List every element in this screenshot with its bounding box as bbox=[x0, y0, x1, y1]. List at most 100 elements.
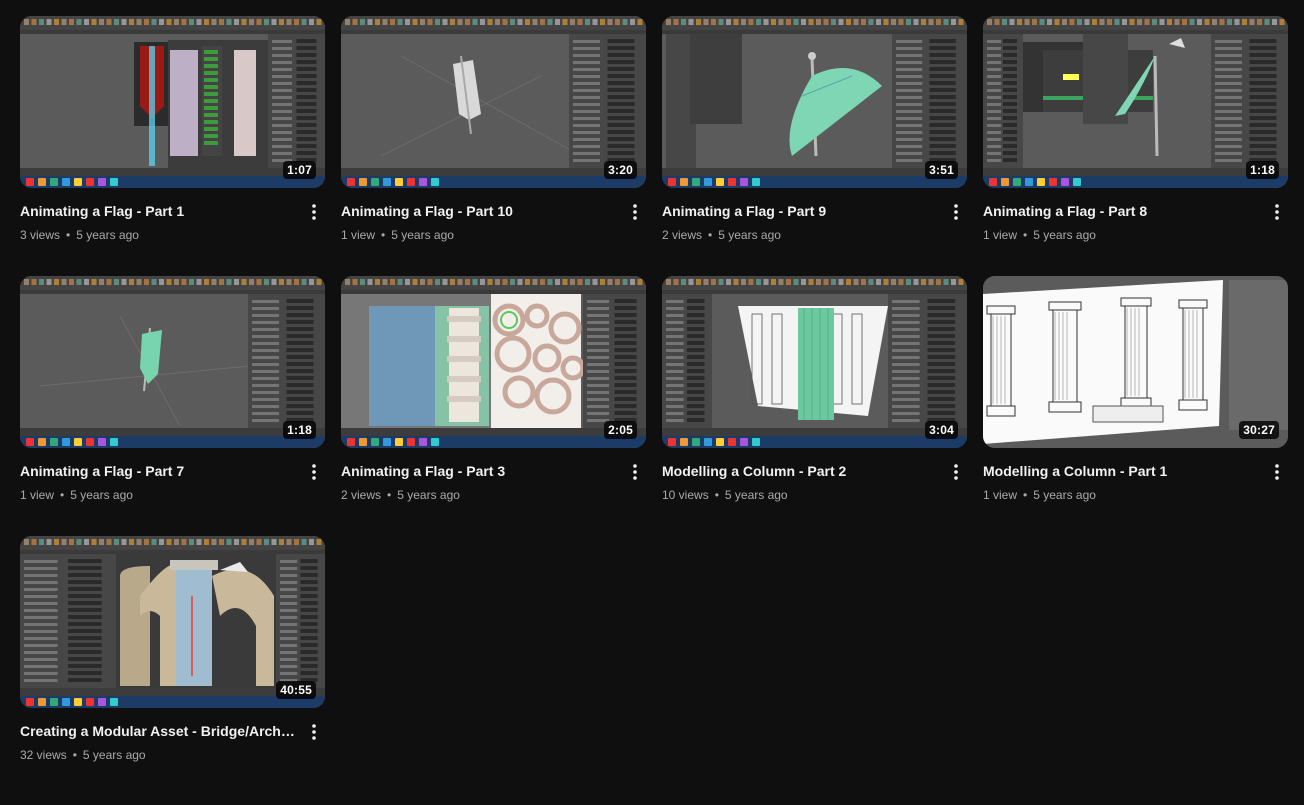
video-meta: Creating a Modular Asset - Bridge/Archwa… bbox=[20, 708, 325, 763]
video-thumbnail[interactable]: 2:05 bbox=[341, 276, 646, 448]
video-card-3: 3:51 Animating a Flag - Part 9 2 views • 5… bbox=[662, 16, 967, 276]
more-actions-button[interactable] bbox=[303, 200, 325, 224]
more-vert-icon bbox=[312, 204, 316, 220]
duration-badge: 1:18 bbox=[283, 421, 316, 439]
thumbnail-image bbox=[341, 276, 646, 448]
upload-age: 5 years ago bbox=[70, 488, 133, 502]
video-card-8: 30:27 Modelling a Column - Part 1 1 view… bbox=[983, 276, 1288, 536]
thumbnail-image bbox=[341, 16, 646, 188]
video-thumbnail[interactable]: 3:51 bbox=[662, 16, 967, 188]
separator-dot: • bbox=[1023, 488, 1028, 502]
video-title[interactable]: Creating a Modular Asset - Bridge/Archwa… bbox=[20, 722, 295, 740]
more-vert-icon bbox=[312, 464, 316, 480]
more-vert-icon bbox=[1275, 464, 1279, 480]
video-stats: 1 view • 5 years ago bbox=[20, 487, 295, 503]
video-meta: Animating a Flag - Part 8 1 view • 5 years… bbox=[983, 188, 1288, 243]
upload-age: 5 years ago bbox=[391, 228, 454, 242]
video-card-6: 2:05 Animating a Flag - Part 3 2 views • 5… bbox=[341, 276, 646, 536]
video-stats: 2 views • 5 years ago bbox=[662, 227, 937, 243]
thumbnail-image bbox=[983, 16, 1288, 188]
upload-age: 5 years ago bbox=[724, 488, 788, 502]
video-thumbnail[interactable]: 30:27 bbox=[983, 276, 1288, 448]
more-actions-button[interactable] bbox=[624, 200, 646, 224]
separator-dot: • bbox=[708, 228, 713, 242]
more-vert-icon bbox=[954, 464, 958, 480]
separator-dot: • bbox=[66, 228, 71, 242]
more-actions-button[interactable] bbox=[945, 460, 967, 484]
view-count: 2 views bbox=[662, 228, 703, 242]
video-stats: 32 views • 5 years ago bbox=[20, 747, 295, 763]
video-grid: 1:07 Animating a Flag - Part 1 3 views • 5… bbox=[20, 16, 1288, 796]
more-actions-button[interactable] bbox=[303, 460, 325, 484]
more-vert-icon bbox=[1275, 204, 1279, 220]
upload-age: 5 years ago bbox=[718, 228, 781, 242]
duration-badge: 30:27 bbox=[1239, 421, 1279, 439]
duration-badge: 1:18 bbox=[1246, 161, 1279, 179]
video-stats: 3 views • 5 years ago bbox=[20, 227, 295, 243]
upload-age: 5 years ago bbox=[397, 488, 460, 502]
duration-badge: 2:05 bbox=[604, 421, 637, 439]
video-title[interactable]: Modelling a Column - Part 2 bbox=[662, 462, 937, 480]
video-stats: 1 view • 5 years ago bbox=[983, 227, 1258, 243]
video-title[interactable]: Animating a Flag - Part 8 bbox=[983, 202, 1258, 220]
video-meta: Modelling a Column - Part 1 1 view • 5 yea… bbox=[983, 448, 1288, 503]
more-actions-button[interactable] bbox=[1266, 200, 1288, 224]
video-thumbnail[interactable]: 1:07 bbox=[20, 16, 325, 188]
video-title[interactable]: Animating a Flag - Part 9 bbox=[662, 202, 937, 220]
video-card-2: 3:20 Animating a Flag - Part 10 1 view • 5… bbox=[341, 16, 646, 276]
separator-dot: • bbox=[72, 748, 77, 762]
more-actions-button[interactable] bbox=[945, 200, 967, 224]
upload-age: 5 years ago bbox=[1033, 488, 1096, 502]
duration-badge: 3:51 bbox=[925, 161, 958, 179]
video-meta: Modelling a Column - Part 2 10 views • 5 y… bbox=[662, 448, 967, 503]
upload-age: 5 years ago bbox=[82, 748, 146, 762]
upload-age: 5 years ago bbox=[76, 228, 139, 242]
video-thumbnail[interactable]: 1:18 bbox=[20, 276, 325, 448]
video-meta: Animating a Flag - Part 3 2 views • 5 year… bbox=[341, 448, 646, 503]
video-stats: 10 views • 5 years ago bbox=[662, 487, 937, 503]
more-vert-icon bbox=[633, 464, 637, 480]
separator-dot: • bbox=[1023, 228, 1028, 242]
video-stats: 2 views • 5 years ago bbox=[341, 487, 616, 503]
video-thumbnail[interactable]: 1:18 bbox=[983, 16, 1288, 188]
video-thumbnail[interactable]: 3:20 bbox=[341, 16, 646, 188]
separator-dot: • bbox=[714, 488, 719, 502]
view-count: 2 views bbox=[341, 488, 382, 502]
video-title[interactable]: Modelling a Column - Part 1 bbox=[983, 462, 1258, 480]
video-title[interactable]: Animating a Flag - Part 3 bbox=[341, 462, 616, 480]
separator-dot: • bbox=[387, 488, 392, 502]
duration-badge: 3:04 bbox=[925, 421, 958, 439]
more-actions-button[interactable] bbox=[624, 460, 646, 484]
video-meta: Animating a Flag - Part 7 1 view • 5 years… bbox=[20, 448, 325, 503]
view-count: 1 view bbox=[983, 488, 1018, 502]
view-count: 1 view bbox=[341, 228, 376, 242]
view-count: 1 view bbox=[20, 488, 55, 502]
duration-badge: 3:20 bbox=[604, 161, 637, 179]
duration-badge: 40:55 bbox=[276, 681, 316, 699]
video-card-5: 1:18 Animating a Flag - Part 7 1 view • 5 … bbox=[20, 276, 325, 536]
upload-age: 5 years ago bbox=[1033, 228, 1096, 242]
video-thumbnail[interactable]: 40:55 bbox=[20, 536, 325, 708]
video-stats: 1 view • 5 years ago bbox=[983, 487, 1258, 503]
thumbnail-image bbox=[20, 16, 325, 188]
video-title[interactable]: Animating a Flag - Part 10 bbox=[341, 202, 616, 220]
video-title[interactable]: Animating a Flag - Part 1 bbox=[20, 202, 295, 220]
video-card-9: 40:55 Creating a Modular Asset - Bridge/… bbox=[20, 536, 325, 796]
video-title[interactable]: Animating a Flag - Part 7 bbox=[20, 462, 295, 480]
more-vert-icon bbox=[633, 204, 637, 220]
video-meta: Animating a Flag - Part 10 1 view • 5 year… bbox=[341, 188, 646, 243]
more-actions-button[interactable] bbox=[303, 720, 325, 744]
video-meta: Animating a Flag - Part 9 2 views • 5 year… bbox=[662, 188, 967, 243]
video-thumbnail[interactable]: 3:04 bbox=[662, 276, 967, 448]
video-card-4: 1:18 Animating a Flag - Part 8 1 view • 5 … bbox=[983, 16, 1288, 276]
duration-badge: 1:07 bbox=[283, 161, 316, 179]
separator-dot: • bbox=[60, 488, 65, 502]
video-stats: 1 view • 5 years ago bbox=[341, 227, 616, 243]
video-card-7: 3:04 Modelling a Column - Part 2 10 view… bbox=[662, 276, 967, 536]
more-actions-button[interactable] bbox=[1266, 460, 1288, 484]
video-card-1: 1:07 Animating a Flag - Part 1 3 views • 5… bbox=[20, 16, 325, 276]
view-count: 10 views bbox=[662, 488, 709, 502]
view-count: 32 views bbox=[20, 748, 67, 762]
separator-dot: • bbox=[381, 228, 386, 242]
thumbnail-image bbox=[662, 16, 967, 188]
